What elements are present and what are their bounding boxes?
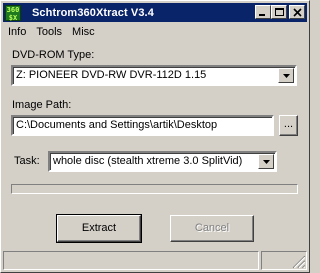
image-path-label: Image Path: (12, 99, 72, 111)
app-window: 360 $X Schtrom360Xtract V3.4 Info Tools … (0, 0, 310, 273)
maximize-button[interactable] (271, 5, 287, 19)
task-selected-value: whole disc (stealth xtreme 3.0 SplitVid) (53, 155, 243, 167)
task-dropdown-button[interactable] (258, 154, 274, 169)
dvd-rom-selected-value: Z: PIONEER DVD-RW DVR-112D 1.15 (16, 69, 207, 81)
status-pane-side (261, 251, 307, 270)
menu-misc[interactable]: Misc (67, 26, 100, 38)
menu-bar: Info Tools Misc (3, 23, 100, 41)
app-logo-text-bottom: $X (8, 13, 18, 22)
minimize-button[interactable] (255, 5, 271, 19)
image-path-value: C:\Documents and Settings\artik\Desktop (16, 119, 218, 131)
progress-bar (11, 184, 298, 194)
task-select[interactable]: whole disc (stealth xtreme 3.0 SplitVid) (48, 151, 277, 172)
close-button[interactable] (289, 5, 305, 19)
chevron-down-icon (263, 160, 270, 164)
task-label: Task: (14, 155, 40, 167)
resize-grip-icon[interactable] (292, 255, 306, 269)
dvd-rom-dropdown-button[interactable] (278, 68, 294, 83)
menu-tools[interactable]: Tools (31, 26, 67, 38)
app-logo-text-top: 360 (6, 5, 20, 14)
minimize-icon (259, 14, 265, 16)
menu-info[interactable]: Info (3, 26, 31, 38)
cancel-button[interactable]: Cancel (170, 215, 254, 242)
window-controls (255, 5, 305, 19)
extract-button[interactable]: Extract (56, 214, 142, 243)
close-icon (293, 8, 302, 17)
title-bar[interactable]: 360 $X Schtrom360Xtract V3.4 (3, 3, 307, 22)
dvd-rom-select[interactable]: Z: PIONEER DVD-RW DVR-112D 1.15 (11, 65, 297, 86)
window-title: Schtrom360Xtract V3.4 (32, 6, 154, 19)
browse-button[interactable]: ... (279, 115, 298, 136)
status-bar (3, 251, 307, 270)
maximize-icon (275, 8, 284, 16)
status-pane-main (3, 251, 259, 270)
app-logo-icon: 360 $X (5, 4, 21, 22)
image-path-input[interactable]: C:\Documents and Settings\artik\Desktop (11, 115, 274, 136)
dvd-rom-type-label: DVD-ROM Type: (12, 49, 95, 61)
chevron-down-icon (283, 74, 290, 78)
